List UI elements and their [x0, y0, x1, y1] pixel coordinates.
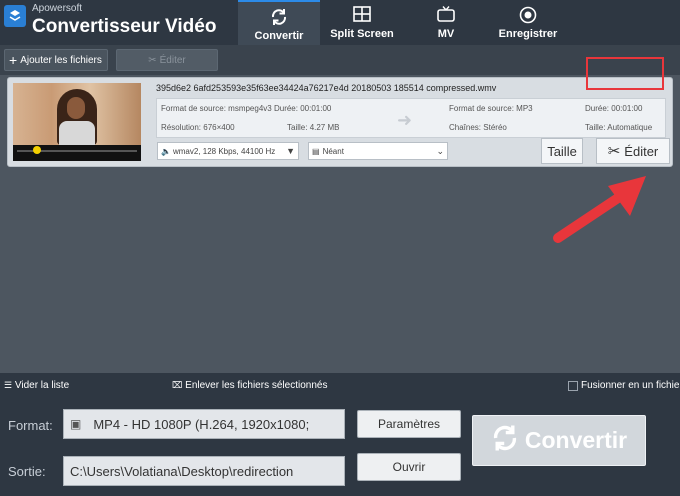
target-duration-value: 00:01:00: [611, 104, 643, 113]
output-label: Sortie:: [8, 464, 46, 479]
convert-button[interactable]: Convertir: [472, 415, 646, 466]
edit-button-label: Éditer: [624, 143, 659, 159]
format-select[interactable]: ▣ MP4 - HD 1080P (H.264, 1920x1080;: [63, 409, 345, 439]
subtitle-value: Néant: [322, 146, 344, 156]
tab-mv[interactable]: MV: [405, 0, 487, 45]
open-label: Ouvrir: [392, 460, 426, 474]
document-icon: ▤: [312, 146, 320, 156]
toolbar-edit-button[interactable]: ✂ Éditer: [116, 49, 218, 71]
add-files-button[interactable]: + Ajouter les fichiers: [4, 49, 108, 71]
edit-button[interactable]: ✂ Éditer: [596, 138, 670, 164]
add-files-label: Ajouter les fichiers: [20, 54, 102, 66]
size-button-label: Taille: [547, 143, 577, 159]
output-path-field[interactable]: C:\Users\Volatiana\Desktop\redirection: [63, 456, 345, 486]
refresh-icon: [238, 8, 320, 26]
size-button[interactable]: Taille: [541, 138, 583, 164]
speaker-icon: 🔈: [161, 146, 171, 156]
tab-label: Enregistrer: [498, 28, 558, 40]
annotation-arrow-icon: [553, 176, 646, 243]
tab-convertir[interactable]: Convertir: [238, 0, 320, 45]
convert-label: Convertir: [524, 427, 628, 453]
app-logo-icon: [4, 5, 26, 27]
target-duration-label: Durée:: [585, 104, 610, 113]
tab-enregistrer[interactable]: Enregistrer: [487, 0, 569, 45]
target-format-label: Format de source:: [449, 104, 514, 113]
toolbar: + Ajouter les fichiers ✂ Éditer: [0, 45, 680, 75]
target-size-value: Automatique: [607, 123, 653, 132]
folder-icon: ▣: [70, 417, 82, 431]
audio-track-value: wmav2, 128 Kbps, 44100 Hz: [172, 146, 276, 156]
scissors-icon: ✂: [607, 143, 621, 160]
video-thumbnail[interactable]: [13, 83, 141, 161]
highlight-box: [586, 57, 664, 90]
source-resolution-value: 676×400: [203, 123, 235, 132]
clear-list-button[interactable]: ☰ Vider la liste: [4, 380, 69, 391]
plus-icon: +: [9, 52, 18, 68]
arrow-right-icon: ➜: [397, 110, 413, 130]
output-path-value: C:\Users\Volatiana\Desktop\redirection: [70, 463, 294, 479]
toolbar-edit-label: Éditer: [159, 54, 186, 66]
remove-icon: ⌧: [172, 380, 183, 390]
tab-label: Convertir: [254, 30, 304, 42]
clear-list-label: Vider la liste: [14, 380, 70, 391]
open-button[interactable]: Ouvrir: [357, 453, 461, 481]
app-header: Apowersoft Convertisseur Vidéo Convertir…: [0, 0, 680, 45]
parameters-label: Paramètres: [377, 417, 441, 431]
tab-label: MV: [437, 28, 455, 40]
player-controls: [13, 145, 141, 161]
tv-icon: [405, 6, 487, 24]
format-value: MP4 - HD 1080P (H.264, 1920x1080;: [93, 416, 310, 432]
chevron-down-icon: ⌄: [436, 146, 444, 156]
merge-checkbox[interactable]: [568, 381, 578, 391]
split-screen-icon: [321, 6, 403, 24]
tab-label: Split Screen: [330, 28, 394, 40]
target-format-value: MP3: [516, 104, 533, 113]
tab-split-screen[interactable]: Split Screen: [321, 0, 403, 45]
format-label: Format:: [8, 418, 53, 433]
source-size-label: Taille:: [287, 123, 308, 132]
app-title: Convertisseur Vidéo: [32, 16, 217, 37]
clear-list-icon: ☰: [4, 380, 13, 390]
scissors-icon: ✂: [148, 54, 157, 66]
audio-track-select[interactable]: 🔈 wmav2, 128 Kbps, 44100 Hz ▼: [157, 142, 299, 160]
source-duration-value: 00:01:00: [300, 104, 332, 113]
refresh-icon: [491, 424, 519, 458]
source-format-label: Format de source:: [161, 104, 226, 113]
parameters-button[interactable]: Paramètres: [357, 410, 461, 438]
subtitle-select[interactable]: ▤ Néant ⌄: [308, 142, 448, 160]
brand-name: Apowersoft: [32, 3, 83, 14]
remove-selected-button[interactable]: ⌧ Enlever les fichiers sélectionnés: [172, 380, 327, 391]
source-format-value: msmpeg4v3: [228, 104, 272, 113]
target-size-label: Taille:: [585, 123, 606, 132]
merge-label: Fusionner en un fichier: [581, 380, 680, 391]
source-duration-label: Durée:: [273, 104, 298, 113]
file-item[interactable]: 395d6e2 6afd253593e35f63ee34424a76217e4d…: [7, 77, 673, 167]
chevron-down-icon: ▼: [286, 146, 295, 156]
target-channels-label: Chaînes:: [449, 123, 482, 132]
target-channels-value: Stéréo: [483, 123, 507, 132]
seek-handle[interactable]: [33, 146, 41, 154]
record-icon: [487, 6, 569, 24]
file-name: 395d6e2 6afd253593e35f63ee34424a76217e4d…: [156, 83, 497, 93]
remove-selected-label: Enlever les fichiers sélectionnés: [185, 380, 328, 391]
source-resolution-label: Résolution:: [161, 123, 202, 132]
source-size-value: 4.27 MB: [309, 123, 340, 132]
file-info-panel: Format de source: msmpeg4v3 Durée: 00:01…: [156, 98, 666, 138]
